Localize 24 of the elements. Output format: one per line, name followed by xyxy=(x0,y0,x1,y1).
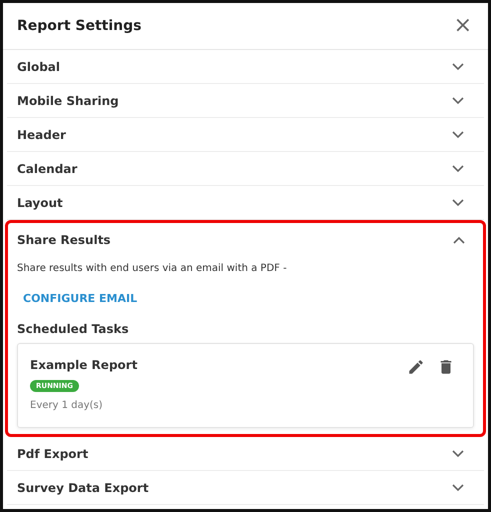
chevron-icon xyxy=(452,198,464,206)
section-header[interactable]: Survey Data Export xyxy=(7,471,484,505)
chevron-icon xyxy=(452,62,464,70)
chevron-icon xyxy=(452,96,464,104)
section-header[interactable]: Pdf Export xyxy=(7,437,484,471)
close-button[interactable]: × xyxy=(452,15,474,37)
edit-icon[interactable] xyxy=(407,358,425,376)
dialog-title: Report Settings xyxy=(17,18,142,34)
section-header[interactable]: Calendar xyxy=(7,152,484,186)
chevron-icon xyxy=(452,130,464,138)
chevron-icon xyxy=(452,450,464,458)
section-header[interactable]: Header xyxy=(7,118,484,152)
schedule-text: Every 1 day(s) xyxy=(30,400,103,411)
configure-email-link[interactable]: CONFIGURE EMAIL xyxy=(23,292,138,305)
section-header[interactable]: Share Results xyxy=(8,223,483,256)
chevron-icon xyxy=(453,236,465,244)
task-name: Example Report xyxy=(30,358,138,372)
section-subheading: Scheduled Tasks xyxy=(17,322,130,336)
section-header[interactable]: Global xyxy=(7,50,484,84)
chevron-icon xyxy=(452,164,464,172)
description-text: Share results with end users via an email with a PDF - xyxy=(17,263,288,274)
chevron-icon xyxy=(452,484,464,492)
section-header[interactable]: Layout xyxy=(7,186,484,220)
section-header[interactable]: Mobile Sharing xyxy=(7,84,484,118)
